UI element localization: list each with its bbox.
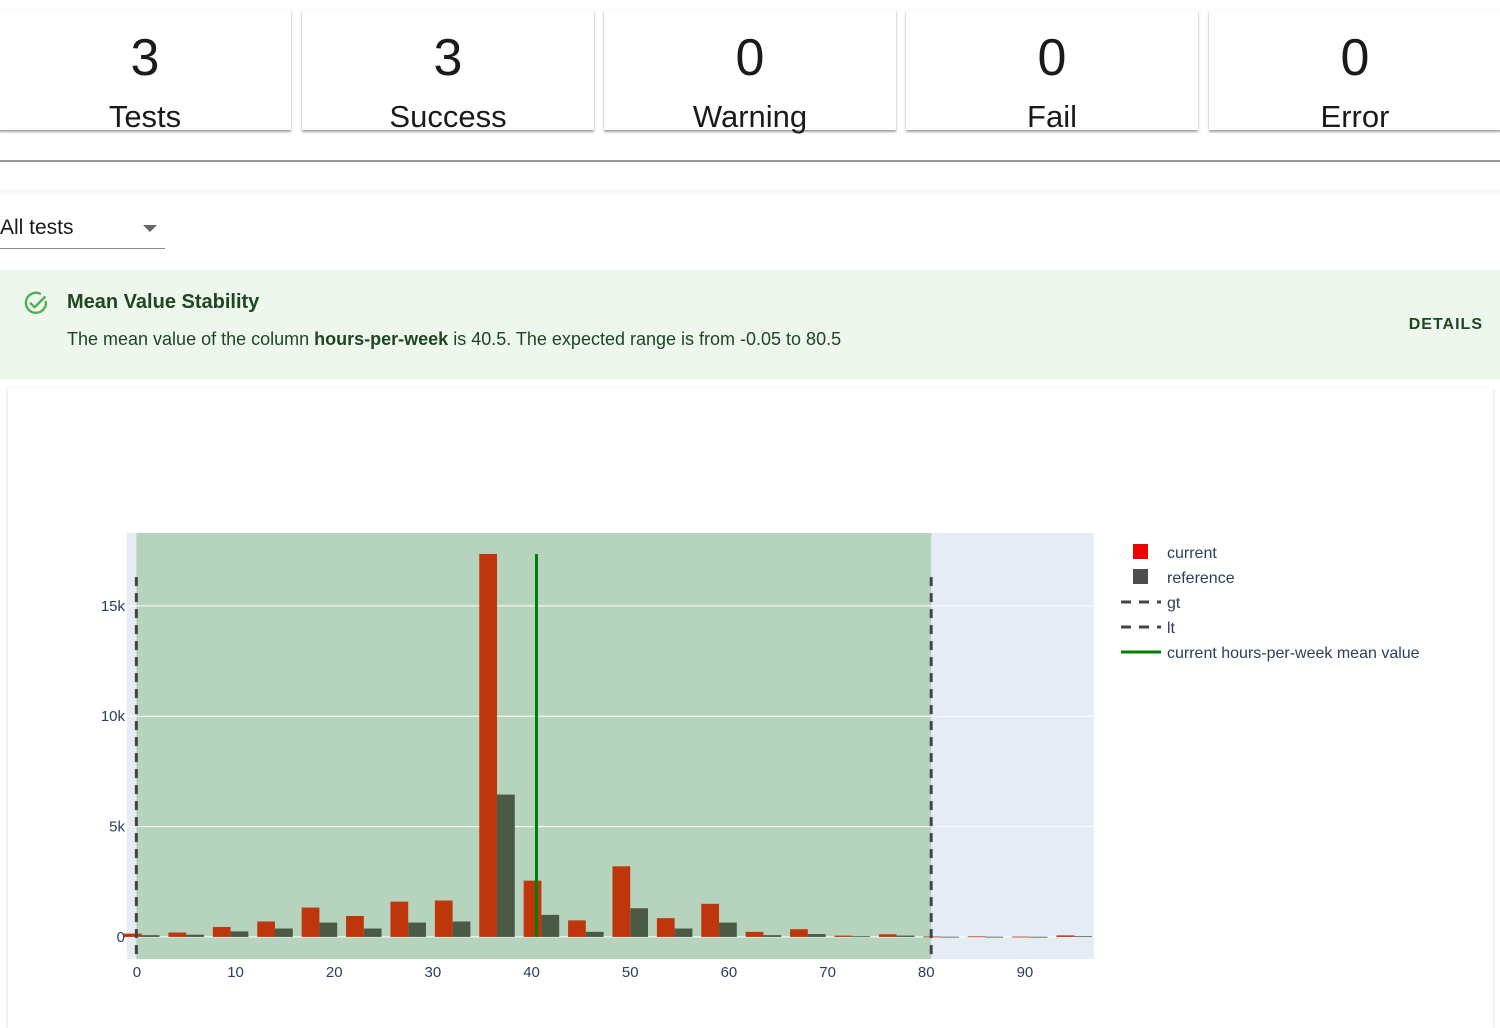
bar-reference <box>985 936 1004 938</box>
details-button[interactable]: DETAILS <box>1409 316 1483 334</box>
test-title: Mean Value Stability <box>67 291 260 313</box>
bar-reference <box>452 921 471 937</box>
test-filter-value: All tests <box>0 216 74 239</box>
histogram-chart: 0 5k 10k 15k 0 10 20 30 40 50 60 70 80 90 current refer… <box>101 533 1420 981</box>
bar-current <box>257 921 276 937</box>
x-tick-label: 20 <box>326 964 343 981</box>
bar-current <box>745 931 764 937</box>
error-label: Error <box>1320 99 1390 134</box>
legend-swatch-reference <box>1133 569 1148 584</box>
bar-reference <box>852 936 871 938</box>
legend-label-gt: gt <box>1167 595 1181 612</box>
tests-count: 3 <box>130 29 160 87</box>
plot-card: 0 5k 10k 15k 0 10 20 30 40 50 60 70 80 90 current refer… <box>8 388 1493 1028</box>
bar-reference <box>1074 936 1093 938</box>
test-column-name: hours-per-week <box>314 329 449 349</box>
bar-reference <box>585 931 604 937</box>
bar-reference <box>497 794 515 937</box>
x-tick-label: 70 <box>819 964 836 981</box>
bar-reference <box>275 928 293 937</box>
bar-reference <box>141 935 160 937</box>
bar-current <box>878 934 897 937</box>
bar-reference <box>1029 936 1048 938</box>
summary-card-tests: 3 Tests <box>0 10 291 134</box>
bar-reference <box>896 935 915 937</box>
x-tick-label: 40 <box>523 964 540 981</box>
test-message: The mean value of the column hours-per-w… <box>67 329 841 350</box>
bar-current <box>834 935 853 937</box>
bar-current <box>790 929 808 937</box>
summary-card-fail: 0 Fail <box>906 10 1198 134</box>
y-tick-label: 15k <box>101 598 126 615</box>
x-tick-label: 90 <box>1017 964 1034 981</box>
summary-row: 3 Tests 3 Success 0 Warning 0 Fail 0 Err… <box>0 0 1500 134</box>
bar-reference <box>630 908 648 937</box>
y-tick-label: 5k <box>109 819 125 836</box>
bar-current <box>523 880 542 937</box>
fail-label: Fail <box>1027 99 1077 134</box>
summary-card-error: 0 Error <box>1209 10 1500 134</box>
bar-current <box>701 903 720 937</box>
legend-swatch-current <box>1133 544 1148 559</box>
section-divider-shadow <box>0 190 1500 194</box>
x-tick-label: 50 <box>622 964 639 981</box>
success-count: 3 <box>433 29 463 87</box>
y-tick-label: 10k <box>101 708 126 725</box>
x-tick-label: 0 <box>133 964 141 981</box>
legend-label-reference: reference <box>1167 570 1235 587</box>
bar-reference <box>230 931 249 937</box>
fail-count: 0 <box>1037 29 1067 87</box>
legend-label-lt: lt <box>1167 620 1176 637</box>
bar-current <box>124 933 142 937</box>
success-label: Success <box>389 99 507 134</box>
bar-current <box>656 918 675 937</box>
bar-current <box>568 920 586 937</box>
check-circle-icon <box>24 291 48 314</box>
x-tick-label: 80 <box>918 964 935 981</box>
bar-reference <box>541 914 560 937</box>
bar-reference <box>763 935 782 937</box>
bar-current <box>346 915 364 937</box>
test-result-alert: Mean Value Stability The mean value of t… <box>0 270 1500 380</box>
bar-current <box>967 936 986 938</box>
bar-current <box>301 907 320 937</box>
test-filter-select[interactable]: All tests <box>0 210 165 249</box>
bar-reference <box>674 928 693 937</box>
x-tick-label: 60 <box>721 964 738 981</box>
tests-label: Tests <box>108 99 182 134</box>
legend-label-current-hours-per-week-mean-value: current hours-per-week mean value <box>1167 645 1420 662</box>
bar-reference <box>941 936 959 938</box>
x-tick-label: 30 <box>425 964 442 981</box>
bar-current <box>212 926 231 937</box>
bar-current <box>168 932 187 937</box>
x-tick-label: 10 <box>227 964 244 981</box>
bar-reference <box>408 922 426 937</box>
chevron-down-icon <box>143 225 157 232</box>
summary-card-warning: 0 Warning <box>604 10 896 134</box>
y-tick-label: 0 <box>117 929 125 946</box>
bar-current <box>479 553 498 937</box>
test-message-prefix: The mean value of the column <box>67 329 315 349</box>
bar-current <box>434 900 453 937</box>
bar-current <box>1056 935 1075 937</box>
bar-current <box>1012 936 1030 938</box>
bar-current <box>390 901 409 937</box>
error-count: 0 <box>1340 29 1370 87</box>
section-divider <box>0 160 1500 162</box>
summary-card-success: 3 Success <box>302 10 594 134</box>
test-message-suffix: is 40.5. The expected range is from -0.0… <box>448 329 842 349</box>
bar-reference <box>186 934 204 937</box>
bar-current <box>612 866 631 937</box>
bar-reference <box>319 922 338 937</box>
legend-label-current: current <box>1167 545 1217 562</box>
warning-label: Warning <box>692 99 808 134</box>
warning-count: 0 <box>735 29 765 87</box>
bar-reference <box>363 928 382 937</box>
bar-reference <box>719 922 737 937</box>
bar-reference <box>807 934 826 937</box>
